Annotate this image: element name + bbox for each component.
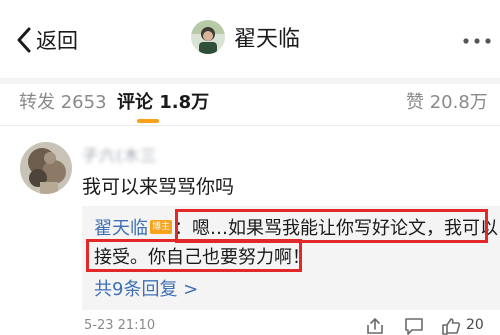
comment-timestamp: 5-23 21:10 bbox=[84, 318, 156, 333]
share-icon[interactable] bbox=[365, 317, 385, 335]
back-label: 返回 bbox=[36, 29, 78, 53]
tab-comment[interactable]: 评论 1.8万 bbox=[117, 88, 209, 114]
active-tab-indicator bbox=[137, 119, 159, 123]
comment-text: 我可以来骂骂你吗 bbox=[82, 176, 235, 198]
commenter-username[interactable]: 子六(木三 bbox=[82, 142, 157, 166]
view-replies-link[interactable]: 共9条回复 > bbox=[94, 275, 198, 301]
top-bar: 返回 翟天临 bbox=[0, 0, 500, 78]
tab-like[interactable]: 赞 20.8万 bbox=[406, 88, 488, 114]
tab-bar: 转发 2653 评论 1.8万 赞 20.8万 bbox=[0, 84, 500, 126]
profile-name: 翟天临 bbox=[234, 27, 301, 52]
author-badge: 博主 bbox=[150, 220, 173, 234]
reply-text-2: 接受。你自己也要努力啊！ bbox=[94, 247, 310, 268]
back-chevron-icon bbox=[17, 27, 31, 53]
tab-repost[interactable]: 转发 2653 bbox=[19, 88, 107, 114]
back-button[interactable]: 返回 bbox=[14, 24, 78, 56]
like-count: 20 bbox=[466, 317, 484, 333]
more-icon[interactable] bbox=[462, 37, 492, 45]
profile-avatar[interactable] bbox=[191, 20, 225, 54]
comment-icon[interactable] bbox=[404, 317, 424, 335]
like-icon[interactable] bbox=[441, 317, 461, 335]
reply-line-1: 翟天临 博主 ：嗯…如果骂我能让你写好论文，我可以 bbox=[94, 213, 498, 241]
reply-author[interactable]: 翟天临 bbox=[94, 214, 148, 240]
profile-header[interactable]: 翟天临 bbox=[191, 20, 300, 54]
reply-text-1: ：嗯…如果骂我能让你写好论文，我可以 bbox=[174, 218, 499, 239]
reply-preview[interactable]: 翟天临 博主 ：嗯…如果骂我能让你写好论文，我可以 接受。你自己也要努力啊！ 共… bbox=[82, 206, 500, 310]
commenter-avatar[interactable] bbox=[20, 142, 72, 194]
